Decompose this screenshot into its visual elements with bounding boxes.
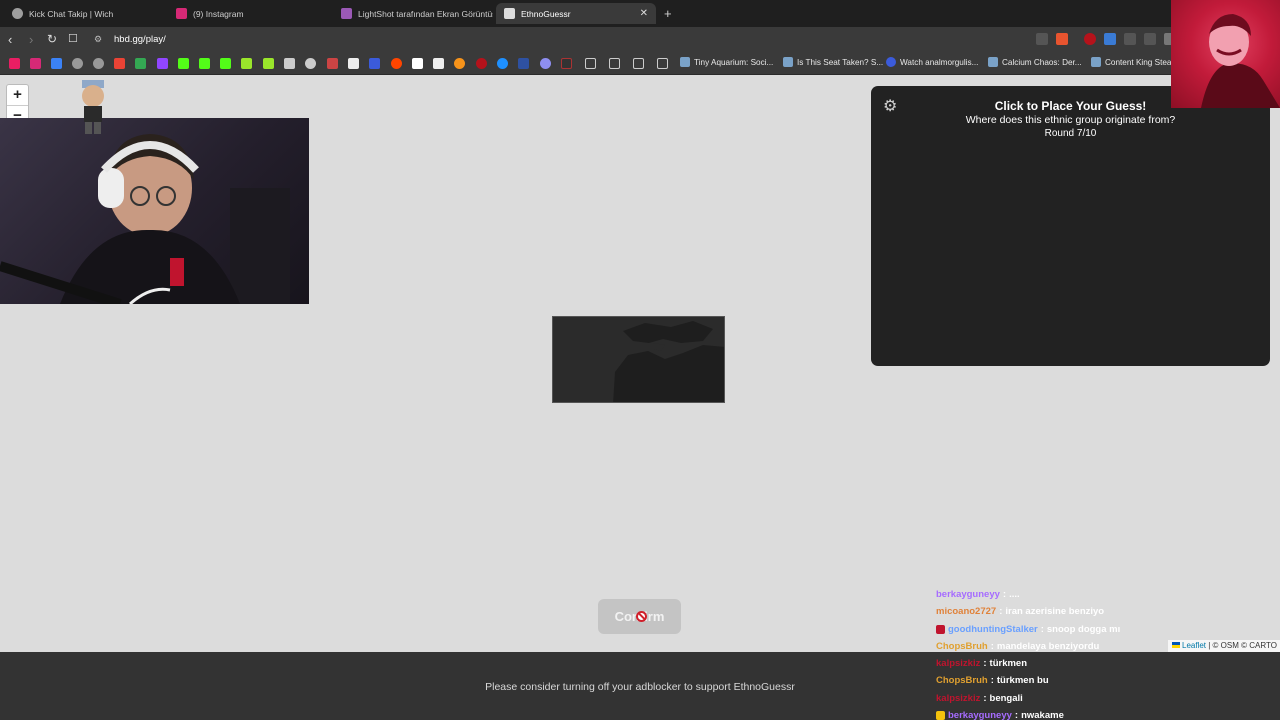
tab-instagram[interactable]: (9) Instagram (168, 3, 328, 24)
bookmark-kick-icon[interactable] (178, 58, 189, 69)
url-input[interactable]: hbd.gg/play/ (114, 34, 166, 45)
ukraine-flag-icon (1172, 642, 1180, 648)
bookmark-icon[interactable] (93, 58, 104, 69)
site-info-icon[interactable]: ⚙ (94, 34, 102, 45)
folder-icon[interactable] (585, 58, 596, 69)
leaflet-link[interactable]: Leaflet (1182, 641, 1206, 650)
bookmark-kick-icon[interactable] (199, 58, 210, 69)
subscriber-badge-icon (936, 711, 945, 720)
bookmark-icon[interactable] (305, 58, 316, 69)
chat-message: ChopsBruh: türkmen bu (936, 675, 1049, 687)
folder-icon[interactable] (657, 58, 668, 69)
round-counter: Round 7/10 (1044, 128, 1097, 139)
new-tab-button[interactable]: + (664, 6, 672, 21)
browser-tab-bar: Kick Chat Takip | Wich (9) Instagram Lig… (0, 0, 1280, 27)
bookmark-icon[interactable] (454, 58, 465, 69)
streamer-webcam (0, 118, 309, 304)
bookmark-icon[interactable] (284, 58, 295, 69)
tab-kick-chat[interactable]: Kick Chat Takip | Wich (4, 3, 164, 24)
share-icon[interactable] (1036, 33, 1048, 45)
mascot-character-icon (82, 80, 104, 134)
tab-ethnoguessr[interactable]: EthnoGuessr ✕ (496, 3, 656, 24)
steam-icon (783, 57, 793, 67)
folder-icon[interactable] (609, 58, 620, 69)
tab-label: Kick Chat Takip | Wich (29, 8, 114, 19)
minimap[interactable] (552, 316, 725, 403)
extension-icon[interactable] (1144, 33, 1156, 45)
chat-message: goodhuntingStalker: snoop dogga mı (936, 621, 1166, 638)
bookmark-icon[interactable] (369, 58, 380, 69)
bookmark-watch[interactable]: Watch analmorgulis... (886, 57, 978, 67)
bookmark-tiny-aquarium[interactable]: Tiny Aquarium: Soci... (680, 57, 773, 67)
bookmark-drive-icon[interactable] (135, 58, 146, 69)
address-bar: ‹ › ↻ ☐ ⚙ hbd.gg/play/ (0, 27, 1280, 53)
bookmark-icon[interactable] (263, 58, 274, 69)
bookmark-mal-icon[interactable] (518, 58, 529, 69)
reload-icon[interactable]: ↻ (47, 32, 57, 46)
bookmark-icon[interactable] (327, 58, 338, 69)
lightshot-favicon-icon (341, 8, 352, 19)
tab-label: LightShot tarafından Ekran Görüntüsü (358, 8, 493, 19)
guess-info-panel: ⚙ Click to Place Your Guess! Where does … (871, 86, 1270, 366)
bookmark-icon[interactable] (72, 58, 83, 69)
bookmark-icon[interactable] (476, 58, 487, 69)
kick-chat-favicon-icon (12, 8, 23, 19)
portrait-overlay (1171, 0, 1280, 108)
bookmark-instagram-icon[interactable] (30, 58, 41, 69)
bookmarks-bar: Tiny Aquarium: Soci... Is This Seat Take… (0, 53, 1280, 75)
folder-icon[interactable] (633, 58, 644, 69)
chat-message: micoano2727: iran azerisine benziyo (936, 606, 1105, 618)
back-arrow-icon[interactable]: ‹ (8, 32, 12, 47)
steam-icon (680, 57, 690, 67)
extension-icon[interactable] (1124, 33, 1136, 45)
not-allowed-cursor-icon (636, 611, 647, 622)
portrait-image (1201, 14, 1280, 108)
panel-question: Where does this ethnic group originate f… (965, 114, 1176, 126)
steam-icon (988, 57, 998, 67)
bookmark-icon[interactable]: ☐ (68, 32, 78, 45)
zoom-in-button[interactable]: + (7, 85, 28, 106)
bookmark-kick-icon[interactable] (220, 58, 231, 69)
bookmark-gmail-icon[interactable] (114, 58, 125, 69)
tab-label: EthnoGuessr (521, 8, 571, 19)
webcam-image (0, 134, 290, 304)
bookmark-icon[interactable] (51, 58, 62, 69)
bookmark-icon[interactable] (241, 58, 252, 69)
forward-arrow-icon[interactable]: › (29, 32, 33, 47)
bookmark-reddit-icon[interactable] (391, 58, 402, 69)
bookmark-patreon-icon[interactable] (412, 58, 423, 69)
ublock-icon[interactable] (1084, 33, 1096, 45)
bookmark-icon[interactable] (433, 58, 444, 69)
link-icon (886, 57, 896, 67)
steam-icon (1091, 57, 1101, 67)
bookmark-calcium-chaos[interactable]: Calcium Chaos: Der... (988, 57, 1082, 67)
bookmark-icon[interactable] (540, 58, 551, 69)
bookmark-twitch-icon[interactable] (157, 58, 168, 69)
extension-icons (1036, 33, 1176, 45)
close-tab-icon[interactable]: ✕ (640, 8, 648, 19)
stream-chat-overlay: berkayguneyy: .... micoano2727: iran aze… (936, 586, 1166, 720)
tab-lightshot[interactable]: LightShot tarafından Ekran Görüntüsü (333, 3, 493, 24)
chat-message: berkayguneyy: nwakame (936, 707, 1166, 720)
chat-message: kalpsizkiz: türkmen (936, 658, 1028, 670)
extension-icon[interactable] (1104, 33, 1116, 45)
bookmark-icon[interactable] (561, 58, 572, 69)
tab-label: (9) Instagram (193, 8, 244, 19)
chat-message: berkayguneyy: .... (936, 589, 1020, 600)
brave-shield-icon[interactable] (1056, 33, 1068, 45)
chat-message: ChopsBruh: mandelaya benziyordu (936, 640, 1100, 652)
ethnoguessr-favicon-icon (504, 8, 515, 19)
moderator-badge-icon (936, 624, 945, 634)
instagram-favicon-icon (176, 8, 187, 19)
world-map-landmass (613, 321, 724, 402)
bookmark-youtube-icon[interactable] (9, 58, 20, 69)
bookmark-content-king[interactable]: Content King Steam (1091, 57, 1178, 67)
map-attribution: Leaflet | © OSM © CARTO (1168, 640, 1280, 652)
chat-message: kalpsizkiz: bengali (936, 692, 1023, 704)
bookmark-icon[interactable] (497, 58, 508, 69)
bookmark-seat-taken[interactable]: Is This Seat Taken? S... (783, 57, 883, 67)
bookmark-x-icon[interactable] (348, 58, 359, 69)
